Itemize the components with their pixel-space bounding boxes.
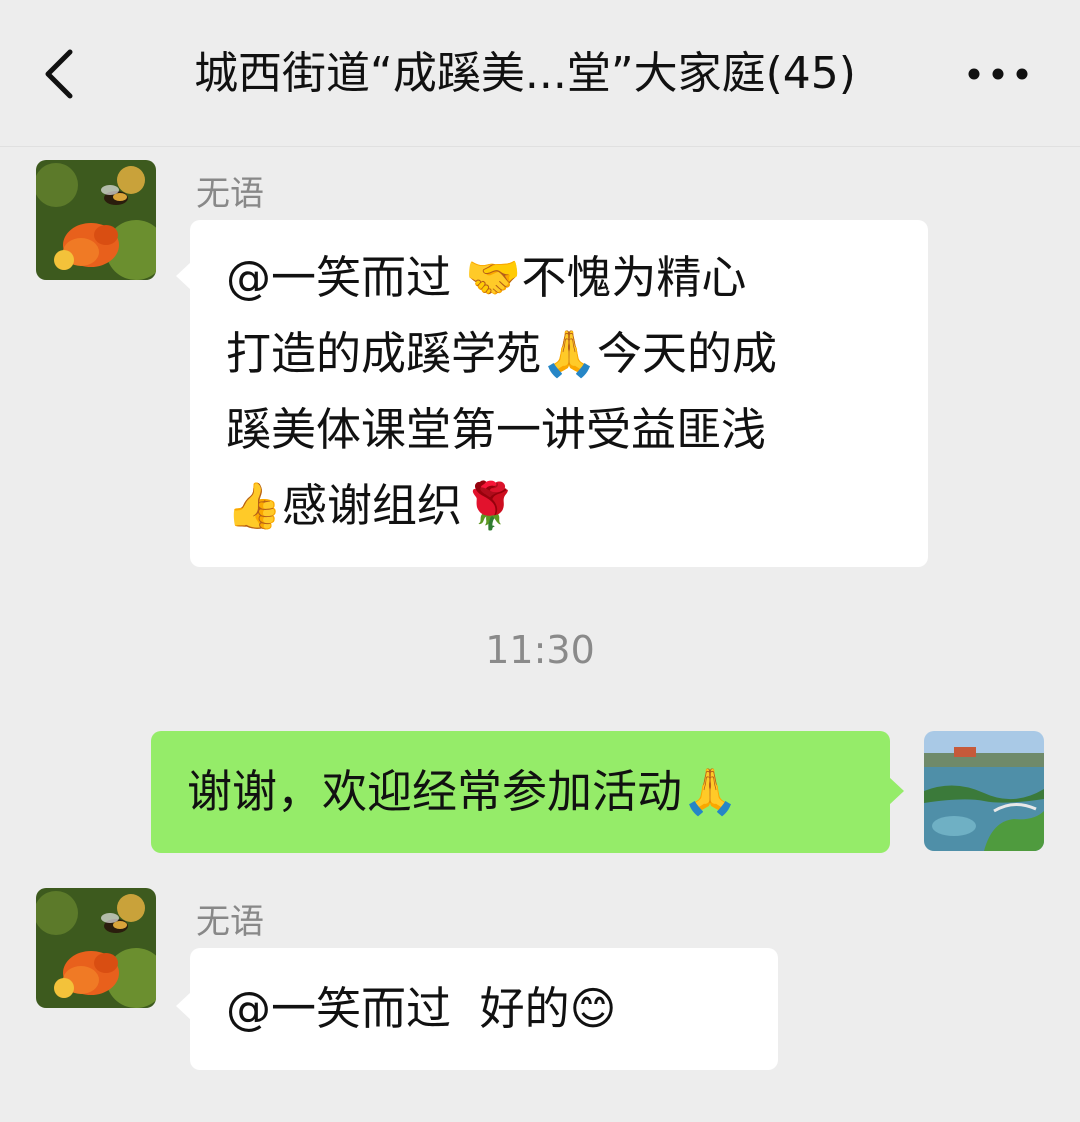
ellipsis-icon bbox=[968, 68, 1028, 80]
message-line: 打造的成蹊学苑🙏今天的成 bbox=[226, 327, 778, 380]
sender-avatar[interactable] bbox=[36, 160, 156, 280]
message-bubble-outgoing[interactable]: 谢谢，欢迎经常参加活动🙏 bbox=[151, 731, 904, 853]
back-button[interactable] bbox=[36, 42, 84, 106]
message-text: 谢谢，欢迎经常参加活动🙏 bbox=[187, 765, 739, 818]
sender-name: 无语 bbox=[196, 174, 264, 214]
bubble-tail bbox=[889, 777, 904, 805]
lake-scenery-avatar-image bbox=[924, 731, 1044, 851]
my-avatar[interactable] bbox=[924, 731, 1044, 851]
message-line: @一笑而过 🤝不愧为精心 bbox=[226, 251, 747, 304]
bubble-tail bbox=[176, 992, 191, 1020]
bee-flower-avatar-image bbox=[36, 160, 156, 280]
message-line: 蹊美体课堂第一讲受益匪浅 bbox=[226, 403, 767, 456]
message-bubble-incoming[interactable]: @一笑而过 好的😊 bbox=[176, 948, 778, 1070]
chat-header: 城西街道“成蹊美...堂”大家庭(45) bbox=[0, 0, 1080, 147]
message-timestamp: 11:30 bbox=[485, 628, 595, 672]
bubble-tail bbox=[176, 262, 191, 290]
sender-name: 无语 bbox=[196, 902, 264, 942]
message-text: @一笑而过 好的😊 bbox=[226, 982, 617, 1035]
chevron-left-icon bbox=[45, 49, 73, 99]
chat-title: 城西街道“成蹊美...堂”大家庭(45) bbox=[194, 48, 856, 99]
message-line: 👍感谢组织🌹 bbox=[226, 479, 519, 532]
more-button[interactable] bbox=[960, 50, 1036, 98]
sender-avatar[interactable] bbox=[36, 888, 156, 1008]
message-bubble-incoming[interactable]: @一笑而过 🤝不愧为精心 打造的成蹊学苑🙏今天的成 蹊美体课堂第一讲受益匪浅 👍… bbox=[176, 220, 928, 567]
bee-flower-avatar-image bbox=[36, 888, 156, 1008]
